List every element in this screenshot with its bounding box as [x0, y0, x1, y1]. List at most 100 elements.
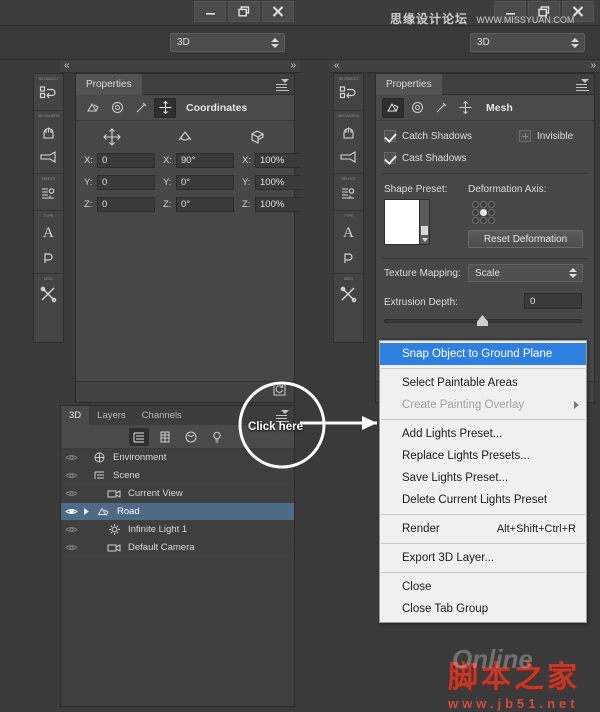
menu-item-render[interactable]: Render Alt+Shift+Ctrl+R — [380, 518, 586, 540]
visibility-toggle-icon[interactable] — [61, 489, 81, 498]
extrusion-depth-slider[interactable] — [384, 319, 582, 323]
light-filter-icon[interactable] — [207, 428, 227, 446]
camera-orbit-tool-icon[interactable] — [34, 118, 63, 144]
workspace-dropdown-right[interactable]: 3D — [470, 33, 585, 52]
rotation-z-input[interactable]: 0° — [176, 197, 234, 212]
deformation-cell[interactable] — [480, 201, 487, 208]
panel-menu-icon[interactable] — [576, 79, 589, 90]
deformation-cell[interactable] — [472, 217, 479, 224]
deformation-cell[interactable] — [488, 201, 495, 208]
tab-layers[interactable]: Layers — [89, 406, 134, 425]
tools-cross-icon[interactable] — [34, 281, 63, 307]
visibility-toggle-icon[interactable] — [61, 507, 81, 516]
subtab-lights[interactable] — [130, 98, 152, 118]
panel-menu-icon[interactable] — [276, 79, 289, 90]
tab-3d[interactable]: 3D — [61, 406, 89, 425]
layers-tool-icon[interactable] — [334, 181, 363, 207]
scene-row-current-view[interactable]: Current View — [61, 485, 294, 503]
expand-dock-icon[interactable]: » — [590, 60, 595, 71]
shape-preset-scrollbar[interactable] — [419, 200, 429, 244]
cast-shadows-checkbox[interactable] — [384, 152, 396, 164]
subtab-mesh[interactable] — [82, 98, 104, 118]
object-rotate-tool-icon[interactable] — [334, 81, 363, 107]
slider-knob[interactable] — [477, 315, 488, 326]
shape-preset-thumbnail[interactable] — [384, 199, 430, 245]
subtab-materials[interactable] — [106, 98, 128, 118]
reset-coordinates-icon[interactable] — [273, 383, 286, 401]
visibility-toggle-icon[interactable] — [61, 525, 81, 534]
minimize-button[interactable] — [194, 1, 226, 22]
scene-filter-icon[interactable] — [129, 428, 149, 446]
position-z-input[interactable]: 0 — [97, 197, 155, 212]
workspace-dropdown-left[interactable]: 3D — [170, 33, 285, 52]
invisible-row[interactable]: Invisible — [519, 130, 573, 142]
scene-row-infinite-light-1[interactable]: Infinite Light 1 — [61, 521, 294, 539]
deformation-axis-grid[interactable] — [472, 201, 495, 224]
visibility-toggle-icon[interactable] — [61, 471, 81, 480]
deformation-cell[interactable] — [472, 201, 479, 208]
camera-pan-tool-icon[interactable] — [334, 144, 363, 170]
close-button[interactable] — [262, 1, 294, 22]
menu-item-close-tab-group[interactable]: Close Tab Group — [380, 598, 586, 620]
camera-orbit-tool-icon[interactable] — [334, 118, 363, 144]
type-tool-icon[interactable]: A — [334, 218, 363, 244]
scrollbar-knob[interactable] — [421, 226, 428, 235]
catch-shadows-row[interactable]: Catch Shadows — [384, 130, 472, 142]
menu-item-select-paintable-areas[interactable]: Select Paintable Areas — [380, 372, 586, 394]
invisible-checkbox[interactable] — [519, 130, 531, 142]
menu-item-save-lights-preset[interactable]: Save Lights Preset... — [380, 467, 586, 489]
menu-item-delete-current-lights-preset[interactable]: Delete Current Lights Preset — [380, 489, 586, 511]
menu-item-close[interactable]: Close — [380, 576, 586, 598]
deformation-cell[interactable] — [488, 217, 495, 224]
position-y-input[interactable]: 0 — [97, 175, 155, 190]
expand-dock-icon[interactable]: » — [290, 60, 295, 71]
menu-item-snap-object-to-ground-plane[interactable]: Snap Object to Ground Plane — [380, 343, 586, 365]
scene-row-default-camera[interactable]: Default Camera — [61, 539, 294, 557]
tab-properties[interactable]: Properties — [76, 74, 142, 95]
catch-shadows-checkbox[interactable] — [384, 130, 396, 142]
visibility-toggle-icon[interactable] — [61, 453, 81, 462]
menu-item-add-lights-preset[interactable]: Add Lights Preset... — [380, 423, 586, 445]
scene-row-road[interactable]: Road — [61, 503, 294, 521]
scene-row-environment[interactable]: Environment — [61, 449, 294, 467]
extrusion-depth-input[interactable]: 0 — [524, 293, 582, 309]
panel-3d-menu-icon[interactable] — [276, 410, 289, 421]
subtab-coordinates[interactable] — [154, 98, 176, 118]
deformation-cell[interactable] — [472, 209, 479, 216]
cast-shadows-row[interactable]: Cast Shadows — [384, 152, 466, 164]
position-x-input[interactable]: 0 — [97, 153, 155, 168]
scroll-down-arrow-icon[interactable] — [422, 238, 428, 242]
pen-tool-icon[interactable] — [34, 244, 63, 270]
subtab-coordinates[interactable] — [454, 98, 476, 118]
collapse-dock-icon[interactable]: « — [64, 60, 69, 71]
visibility-toggle-icon[interactable] — [61, 543, 81, 552]
menu-item-create-painting-overlay[interactable]: Create Painting Overlay — [380, 394, 586, 416]
collapse-dock-icon[interactable]: « — [334, 60, 339, 71]
menu-item-label: Create Painting Overlay — [402, 399, 524, 411]
deformation-cell-selected[interactable] — [480, 209, 487, 216]
rotation-y-input[interactable]: 0° — [176, 175, 234, 190]
rotation-x-input[interactable]: 90° — [176, 153, 234, 168]
tools-cross-icon[interactable] — [334, 281, 363, 307]
layers-tool-icon[interactable] — [34, 181, 63, 207]
reset-deformation-button[interactable]: Reset Deformation — [468, 230, 583, 248]
subtab-mesh[interactable] — [382, 98, 404, 118]
expand-arrow-icon[interactable] — [81, 507, 91, 516]
subtab-materials[interactable] — [406, 98, 428, 118]
deformation-cell[interactable] — [480, 217, 487, 224]
tab-channels[interactable]: Channels — [134, 406, 190, 425]
restore-button[interactable] — [228, 1, 260, 22]
type-tool-icon[interactable]: A — [34, 218, 63, 244]
material-filter-icon[interactable] — [181, 428, 201, 446]
tab-properties[interactable]: Properties — [376, 74, 442, 95]
scene-row-scene[interactable]: Scene — [61, 467, 294, 485]
texture-mapping-select[interactable]: Scale — [468, 264, 583, 282]
object-rotate-tool-icon[interactable] — [34, 81, 63, 107]
camera-pan-tool-icon[interactable] — [34, 144, 63, 170]
deformation-cell[interactable] — [488, 209, 495, 216]
subtab-lights[interactable] — [430, 98, 452, 118]
menu-item-export-3d-layer[interactable]: Export 3D Layer... — [380, 547, 586, 569]
pen-tool-icon[interactable] — [334, 244, 363, 270]
mesh-filter-icon[interactable] — [155, 428, 175, 446]
menu-item-replace-lights-presets[interactable]: Replace Lights Presets... — [380, 445, 586, 467]
